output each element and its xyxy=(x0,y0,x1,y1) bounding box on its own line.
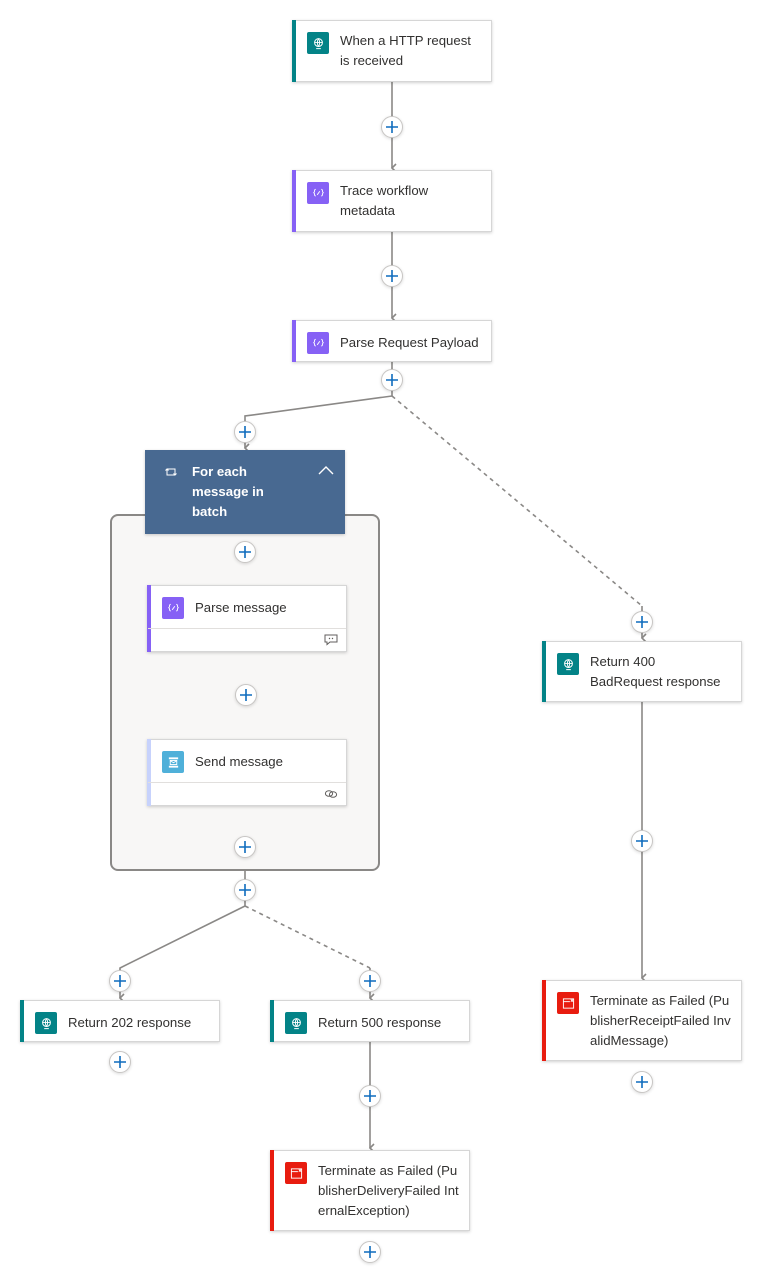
compose-icon xyxy=(162,597,184,619)
plus-icon xyxy=(364,1090,376,1102)
chevron-up-icon[interactable] xyxy=(317,464,335,478)
wire-runafter xyxy=(244,905,371,969)
add-step-button[interactable] xyxy=(359,1241,381,1263)
node-parse-request-payload[interactable]: Parse Request Payload xyxy=(292,320,492,362)
add-step-button[interactable] xyxy=(359,970,381,992)
plus-icon xyxy=(239,546,251,558)
foreach-title: For each message in batch xyxy=(192,464,264,519)
compose-icon xyxy=(307,182,329,204)
plus-icon xyxy=(364,975,376,987)
node-terminate-delivery-failed[interactable]: Terminate as Failed (PublisherDeliveryFa… xyxy=(270,1150,470,1231)
add-step-button[interactable] xyxy=(235,684,257,706)
node-send-message[interactable]: Send message xyxy=(147,739,347,806)
node-accent-bar xyxy=(270,1000,274,1042)
plus-icon xyxy=(239,426,251,438)
plus-icon xyxy=(636,1076,648,1088)
plus-icon xyxy=(114,975,126,987)
add-step-button[interactable] xyxy=(234,541,256,563)
globe-icon xyxy=(307,32,329,54)
add-step-button[interactable] xyxy=(109,1051,131,1073)
node-title: Trace workflow metadata xyxy=(340,183,429,218)
node-title: Return 202 response xyxy=(68,1014,192,1030)
plus-icon xyxy=(386,121,398,133)
add-step-button[interactable] xyxy=(631,830,653,852)
terminate-icon xyxy=(285,1162,307,1184)
node-accent-bar xyxy=(270,1150,274,1231)
node-accent-bar xyxy=(542,980,546,1061)
add-step-button[interactable] xyxy=(234,421,256,443)
add-step-button[interactable] xyxy=(381,265,403,287)
plus-icon xyxy=(240,689,252,701)
loop-icon xyxy=(165,468,177,476)
node-return-500[interactable]: Return 500 response xyxy=(270,1000,470,1042)
node-title: Terminate as Failed (PublisherReceiptFai… xyxy=(590,993,731,1048)
node-accent-bar xyxy=(542,641,546,702)
globe-icon xyxy=(557,653,579,675)
plus-icon xyxy=(239,841,251,853)
node-title: When a HTTP request is received xyxy=(340,33,471,68)
node-title: Send message xyxy=(195,753,283,769)
plus-icon xyxy=(364,1246,376,1258)
plus-icon xyxy=(636,616,648,628)
plus-icon xyxy=(386,374,398,386)
foreach-header[interactable]: For each message in batch xyxy=(145,450,345,534)
node-return-400[interactable]: Return 400 BadRequest response xyxy=(542,641,742,702)
node-terminate-receipt-failed[interactable]: Terminate as Failed (PublisherReceiptFai… xyxy=(542,980,742,1061)
node-return-202[interactable]: Return 202 response xyxy=(20,1000,220,1042)
node-accent-bar xyxy=(20,1000,24,1042)
plus-icon xyxy=(636,835,648,847)
node-trace-metadata[interactable]: Trace workflow metadata xyxy=(292,170,492,232)
terminate-icon xyxy=(557,992,579,1014)
plus-icon xyxy=(386,270,398,282)
wire-runafter xyxy=(391,395,643,607)
node-footer xyxy=(148,782,346,806)
node-http-trigger[interactable]: When a HTTP request is received xyxy=(292,20,492,82)
workflow-canvas: When a HTTP request is received Trace wo… xyxy=(0,0,766,1274)
comment-icon[interactable] xyxy=(324,634,338,646)
compose-icon xyxy=(307,332,329,354)
wire xyxy=(243,395,393,453)
globe-icon xyxy=(35,1012,57,1034)
node-accent-bar xyxy=(292,170,296,232)
add-step-button[interactable] xyxy=(234,879,256,901)
node-title: Return 500 response xyxy=(318,1014,442,1030)
node-accent-bar xyxy=(292,20,296,82)
globe-icon xyxy=(285,1012,307,1034)
node-accent-bar xyxy=(292,320,296,362)
add-step-button[interactable] xyxy=(631,1071,653,1093)
node-title: Return 400 BadRequest response xyxy=(590,654,721,689)
node-title: Terminate as Failed (PublisherDeliveryFa… xyxy=(318,1163,459,1218)
add-step-button[interactable] xyxy=(381,369,403,391)
node-footer xyxy=(148,628,346,652)
node-parse-message[interactable]: Parse message xyxy=(147,585,347,652)
add-step-button[interactable] xyxy=(359,1085,381,1107)
node-title: Parse message xyxy=(195,599,287,615)
plus-icon xyxy=(114,1056,126,1068)
add-step-button[interactable] xyxy=(381,116,403,138)
node-title: Parse Request Payload xyxy=(340,334,479,350)
plus-icon xyxy=(239,884,251,896)
wire xyxy=(118,905,246,1003)
link-icon[interactable] xyxy=(324,788,338,800)
add-step-button[interactable] xyxy=(109,970,131,992)
add-step-button[interactable] xyxy=(631,611,653,633)
service-bus-icon xyxy=(162,751,184,773)
add-step-button[interactable] xyxy=(234,836,256,858)
